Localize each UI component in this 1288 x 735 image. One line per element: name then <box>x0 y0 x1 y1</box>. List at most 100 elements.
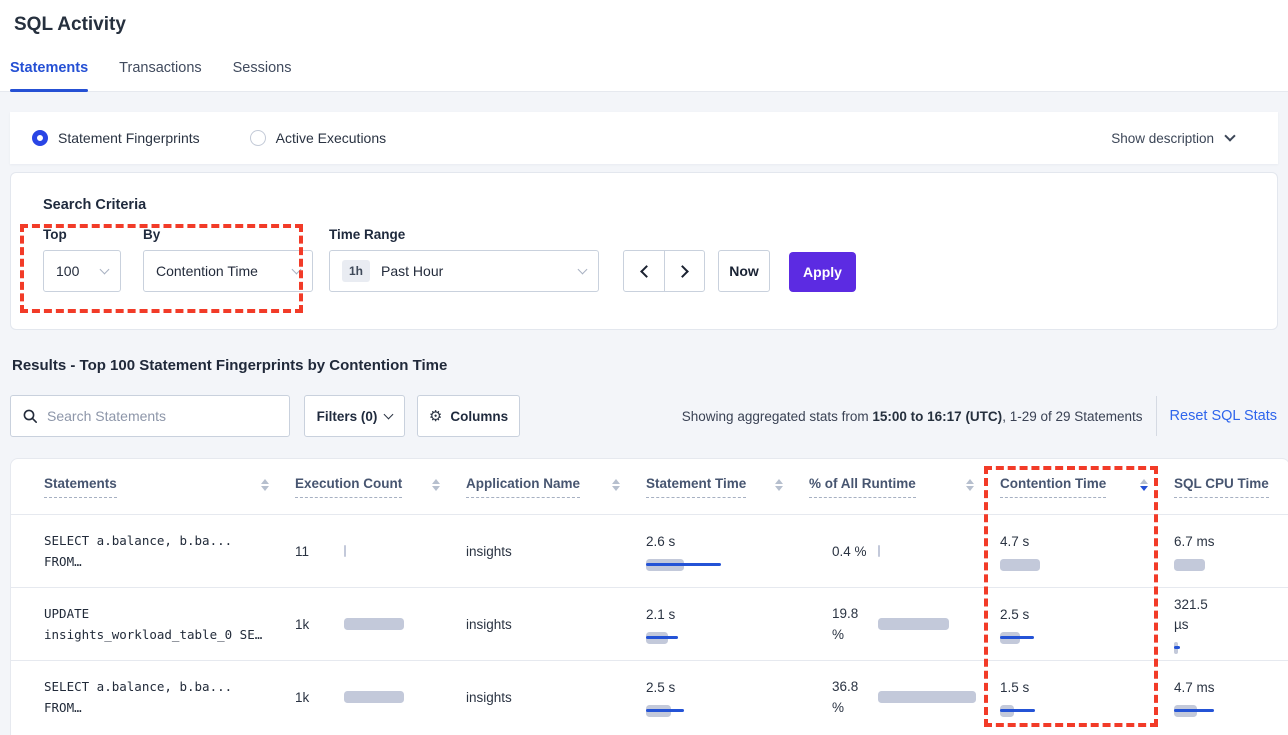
application-name-cell: insights <box>466 544 646 559</box>
bar-blue-line <box>1174 646 1180 649</box>
bar-gray <box>344 691 404 703</box>
chevron-down-icon <box>100 265 110 275</box>
statement-time-cell: 2.5 s <box>646 678 809 717</box>
statements-table: Statements Execution Count Application N… <box>10 458 1288 735</box>
stats-time-range: 15:00 to 16:17 (UTC) <box>872 409 1002 424</box>
table-row: UPDATE insights_workload_table_0 SE… 1k … <box>11 587 1288 660</box>
time-forward-button[interactable] <box>664 251 704 291</box>
apply-button[interactable]: Apply <box>789 252 856 292</box>
bar-gray <box>1174 559 1205 571</box>
sort-icon <box>432 479 440 495</box>
column-header-statements[interactable]: Statements <box>44 476 295 498</box>
bar-blue-line <box>1000 709 1035 712</box>
chevron-right-icon <box>676 265 689 278</box>
top-select[interactable]: 100 <box>43 250 121 292</box>
runtime-pct-cell: 19.8 % <box>809 603 1000 645</box>
column-header-runtime-pct[interactable]: % of All Runtime <box>809 476 1000 498</box>
runtime-pct-cell: 36.8 % <box>809 676 1000 718</box>
application-name-cell: insights <box>466 690 646 705</box>
bar-gray <box>344 545 346 557</box>
sort-icon <box>966 479 974 495</box>
bar-gray <box>878 545 880 557</box>
execution-count-cell: 11 <box>295 544 466 559</box>
sort-icon <box>612 479 620 495</box>
bar-blue-line <box>1174 709 1214 712</box>
time-range-value: Past Hour <box>381 263 443 279</box>
application-name-cell: insights <box>466 617 646 632</box>
main-content: Statement Fingerprints Active Executions… <box>0 112 1288 735</box>
aggregated-stats-text: Showing aggregated stats from 15:00 to 1… <box>682 409 1143 424</box>
radio-statement-fingerprints[interactable]: Statement Fingerprints <box>32 130 200 146</box>
by-label: By <box>143 227 313 242</box>
time-range-select[interactable]: 1h Past Hour <box>329 250 599 292</box>
bar-gray <box>1000 559 1040 571</box>
time-back-button[interactable] <box>624 251 664 291</box>
column-header-application-name[interactable]: Application Name <box>466 476 646 498</box>
page-header: SQL Activity Statements Transactions Ses… <box>0 0 1288 92</box>
bar-blue-line <box>646 709 684 712</box>
radio-label: Active Executions <box>276 130 387 146</box>
show-description-toggle[interactable]: Show description <box>1111 131 1256 146</box>
reset-sql-stats-link[interactable]: Reset SQL Stats <box>1170 408 1278 424</box>
chevron-left-icon <box>640 265 653 278</box>
statement-link[interactable]: UPDATE insights_workload_table_0 SE… <box>44 603 295 645</box>
search-criteria-title: Search Criteria <box>11 173 1277 213</box>
contention-time-cell: 4.7 s <box>1000 532 1174 571</box>
statement-search <box>10 395 290 437</box>
results-toolbar: Filters (0) ⚙ Columns Showing aggregated… <box>10 395 1278 437</box>
statement-time-cell: 2.1 s <box>646 605 809 644</box>
tab-bar: Statements Transactions Sessions <box>0 60 1288 92</box>
column-header-execution-count[interactable]: Execution Count <box>295 476 466 498</box>
page-title: SQL Activity <box>0 14 1288 36</box>
by-select[interactable]: Contention Time <box>143 250 313 292</box>
column-header-contention-time[interactable]: Contention Time <box>1000 476 1174 498</box>
divider <box>1156 396 1157 436</box>
chevron-down-icon <box>578 265 588 275</box>
column-header-statement-time[interactable]: Statement Time <box>646 476 809 498</box>
radio-label: Statement Fingerprints <box>58 130 200 146</box>
tab-transactions[interactable]: Transactions <box>119 60 201 91</box>
time-range-badge: 1h <box>342 260 370 282</box>
sort-icon <box>261 479 269 495</box>
radio-selected-icon <box>32 130 48 146</box>
columns-label: Columns <box>450 409 508 424</box>
filters-button[interactable]: Filters (0) <box>304 395 405 437</box>
filters-label: Filters (0) <box>317 409 378 424</box>
bar-blue-line <box>646 563 721 566</box>
statement-link[interactable]: SELECT a.balance, b.ba... FROM… <box>44 530 295 572</box>
bar-gray <box>878 618 949 630</box>
show-description-label: Show description <box>1111 131 1214 146</box>
sort-desc-icon <box>1140 479 1148 495</box>
chevron-down-icon <box>384 410 394 420</box>
gear-icon: ⚙ <box>429 407 442 425</box>
radio-unselected-icon <box>250 130 266 146</box>
chevron-down-icon <box>1224 130 1235 141</box>
time-step-buttons <box>623 250 705 292</box>
tab-statements[interactable]: Statements <box>10 60 88 91</box>
search-criteria-panel: Search Criteria Top 100 By Contention Ti… <box>10 172 1278 330</box>
by-select-value: Contention Time <box>156 263 258 279</box>
contention-time-cell: 1.5 s <box>1000 678 1174 717</box>
radio-active-executions[interactable]: Active Executions <box>250 130 387 146</box>
statement-link[interactable]: SELECT a.balance, b.ba... FROM… <box>44 676 295 718</box>
contention-time-cell: 2.5 s <box>1000 605 1174 644</box>
table-header-row: Statements Execution Count Application N… <box>11 459 1288 514</box>
sort-icon <box>775 479 783 495</box>
runtime-pct-cell: 0.4 % <box>809 541 1000 562</box>
search-statements-input[interactable] <box>47 408 267 424</box>
now-button[interactable]: Now <box>718 250 770 292</box>
view-mode-bar: Statement Fingerprints Active Executions… <box>10 112 1278 164</box>
statement-time-cell: 2.6 s <box>646 532 809 571</box>
bar-gray <box>878 691 976 703</box>
sql-cpu-time-cell: 321.5 µs <box>1174 595 1288 654</box>
time-range-label: Time Range <box>329 227 599 242</box>
tab-sessions[interactable]: Sessions <box>233 60 292 91</box>
sql-cpu-time-cell: 6.7 ms <box>1174 532 1288 571</box>
column-header-sql-cpu-time[interactable]: SQL CPU Time <box>1174 476 1288 498</box>
top-select-value: 100 <box>56 263 79 279</box>
bar-blue-line <box>646 636 678 639</box>
columns-button[interactable]: ⚙ Columns <box>417 395 520 437</box>
results-heading: Results - Top 100 Statement Fingerprints… <box>12 357 1278 374</box>
chevron-down-icon <box>292 265 302 275</box>
table-row: SELECT a.balance, b.ba... FROM… 11 insig… <box>11 514 1288 587</box>
